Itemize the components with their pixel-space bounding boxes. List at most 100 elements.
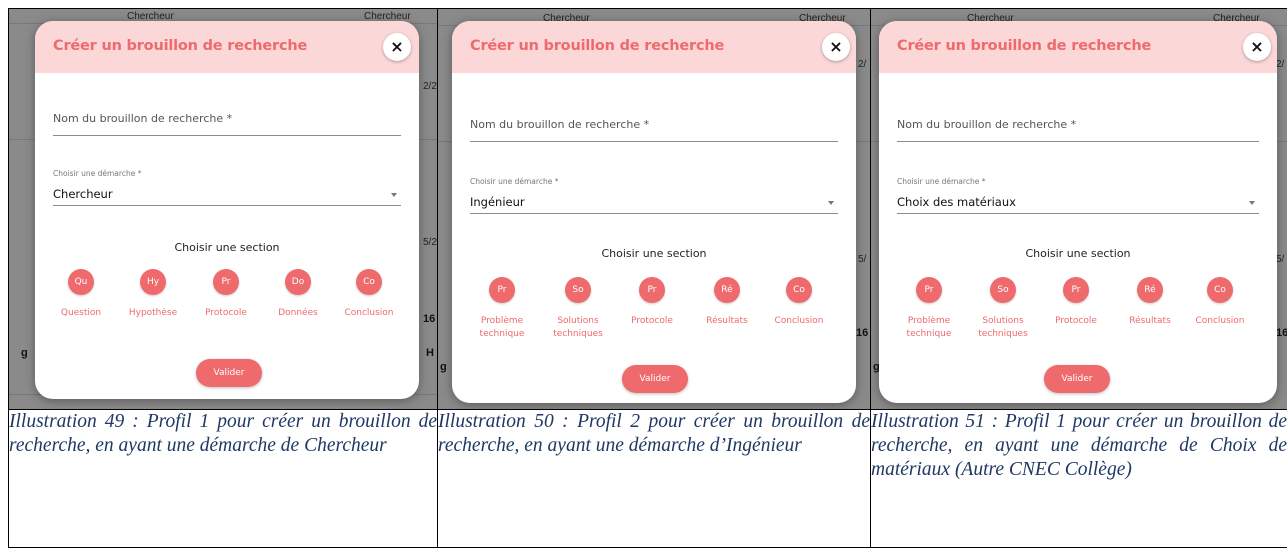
figure-caption: Illustration 51 : Profil 1 pour créer un… (870, 409, 1287, 548)
section-label: Solutions techniques (553, 316, 603, 339)
section-label: Problème technique (479, 316, 525, 339)
screenshot-panel-1: Chercheur Chercheur 2/2 5/2 16 g H Créer… (8, 8, 438, 410)
section-option-data[interactable]: Do Données (262, 269, 334, 320)
section-option-hypothesis[interactable]: Hy Hypothèse (117, 269, 189, 320)
section-option-technical-problem[interactable]: Pr Problème technique (466, 277, 538, 341)
dialog-title: Créer un brouillon de recherche (897, 38, 1152, 54)
submit-button[interactable]: Valider (1044, 365, 1110, 393)
section-option-protocol[interactable]: Pr Protocole (190, 269, 262, 320)
bg-text-fragment: g (440, 361, 447, 373)
section-badge: Qu (68, 269, 94, 295)
create-draft-dialog: Créer un brouillon de recherche × Nom du… (879, 21, 1277, 403)
bg-text-fragment: 2/ (1276, 59, 1285, 70)
section-badge: Co (1207, 277, 1233, 303)
section-badge: Pr (1063, 277, 1089, 303)
bg-text-fragment: 5/2 (423, 237, 437, 248)
section-badge: Pr (489, 277, 515, 303)
dialog-header: Créer un brouillon de recherche × (452, 21, 856, 73)
section-label: Hypothèse (128, 308, 178, 318)
dialog-title: Créer un brouillon de recherche (53, 38, 308, 54)
submit-button[interactable]: Valider (196, 359, 262, 387)
section-option-conclusion[interactable]: Co Conclusion (763, 277, 835, 328)
section-label: Données (278, 308, 318, 318)
section-label: Question (60, 308, 102, 318)
chevron-down-icon (828, 201, 834, 205)
bg-text-fragment: H (426, 347, 434, 359)
section-badge: Ré (1137, 277, 1163, 303)
bg-text-fragment: 2/ (858, 59, 867, 70)
section-option-protocol[interactable]: Pr Protocole (1040, 277, 1112, 328)
section-option-results[interactable]: Ré Résultats (1114, 277, 1186, 328)
section-badge: Co (356, 269, 382, 295)
draft-name-field[interactable]: Nom du brouillon de recherche * (53, 107, 401, 136)
section-badge: Co (786, 277, 812, 303)
approach-select[interactable]: Ingénieur (470, 187, 838, 214)
bg-text-fragment: 2/2 (423, 81, 437, 92)
section-option-question[interactable]: Qu Question (45, 269, 117, 320)
section-option-conclusion[interactable]: Co Conclusion (1184, 277, 1256, 328)
draft-name-field[interactable]: Nom du brouillon de recherche * (470, 113, 838, 142)
bg-text-fragment: 16 (1276, 327, 1287, 339)
section-label: Conclusion (1195, 316, 1245, 326)
section-badge: Do (285, 269, 311, 295)
section-option-protocol[interactable]: Pr Protocole (616, 277, 688, 328)
section-badge: So (990, 277, 1016, 303)
section-label: Protocole (1055, 316, 1097, 326)
bg-text-fragment: 16 (856, 327, 869, 339)
approach-value: Chercheur (53, 187, 113, 201)
chevron-down-icon (391, 193, 397, 197)
bg-text-fragment: g (21, 347, 28, 359)
section-label: Conclusion (774, 316, 824, 326)
section-label: Protocole (205, 308, 247, 318)
approach-value: Ingénieur (470, 195, 525, 209)
section-badge: Pr (639, 277, 665, 303)
section-option-technical-solutions[interactable]: So Solutions techniques (542, 277, 614, 341)
draft-name-field[interactable]: Nom du brouillon de recherche * (897, 113, 1259, 142)
approach-label: Choisir une démarche * (897, 177, 986, 186)
close-icon[interactable]: × (822, 33, 850, 61)
dialog-title: Créer un brouillon de recherche (470, 38, 725, 54)
create-draft-dialog: Créer un brouillon de recherche × Nom du… (452, 21, 856, 403)
section-option-technical-solutions[interactable]: So Solutions techniques (967, 277, 1039, 341)
figure-caption: Illustration 49 : Profil 1 pour créer un… (8, 409, 438, 548)
section-title: Choisir une section (601, 247, 707, 260)
submit-button[interactable]: Valider (622, 365, 688, 393)
section-badge: Pr (916, 277, 942, 303)
section-title: Choisir une section (174, 241, 280, 254)
bg-text-fragment: 5/ (1276, 254, 1285, 265)
section-option-conclusion[interactable]: Co Conclusion (333, 269, 405, 320)
figure-caption: Illustration 50 : Profil 2 pour créer un… (437, 409, 871, 548)
section-label: Solutions techniques (978, 316, 1028, 339)
close-icon[interactable]: × (1243, 33, 1271, 61)
create-draft-dialog: Créer un brouillon de recherche × Nom du… (35, 21, 419, 399)
draft-name-label: Nom du brouillon de recherche * (470, 118, 650, 131)
section-label: Conclusion (344, 308, 394, 318)
section-label: Protocole (631, 316, 673, 326)
section-option-technical-problem[interactable]: Pr Problème technique (893, 277, 965, 341)
section-title: Choisir une section (1025, 247, 1131, 260)
screenshot-panel-2: Chercheur Chercheur 2/ 5/ 16 g Créer un … (437, 8, 871, 410)
draft-name-label: Nom du brouillon de recherche * (897, 118, 1077, 131)
approach-select[interactable]: Chercheur (53, 179, 401, 206)
screenshot-panel-3: Chercheur Chercheur 2/ 5/ 16 g Créer un … (870, 8, 1287, 410)
section-badge: Pr (213, 269, 239, 295)
dialog-header: Créer un brouillon de recherche × (879, 21, 1277, 73)
close-icon[interactable]: × (383, 33, 411, 61)
draft-name-label: Nom du brouillon de recherche * (53, 112, 233, 125)
section-option-results[interactable]: Ré Résultats (691, 277, 763, 328)
section-badge: Ré (714, 277, 740, 303)
figure-table: Chercheur Chercheur 2/2 5/2 16 g H Créer… (8, 8, 1287, 548)
section-label: Problème technique (906, 316, 952, 339)
bg-text-fragment: 16 (423, 313, 436, 325)
bg-text-fragment: 5/ (858, 254, 867, 265)
approach-label: Choisir une démarche * (470, 177, 559, 186)
approach-label: Choisir une démarche * (53, 169, 142, 178)
section-label: Résultats (706, 316, 748, 326)
section-label: Résultats (1129, 316, 1171, 326)
approach-select[interactable]: Choix des matériaux (897, 187, 1259, 214)
approach-value: Choix des matériaux (897, 195, 1016, 209)
chevron-down-icon (1249, 201, 1255, 205)
section-badge: So (565, 277, 591, 303)
section-badge: Hy (140, 269, 166, 295)
dialog-header: Créer un brouillon de recherche × (35, 21, 419, 73)
